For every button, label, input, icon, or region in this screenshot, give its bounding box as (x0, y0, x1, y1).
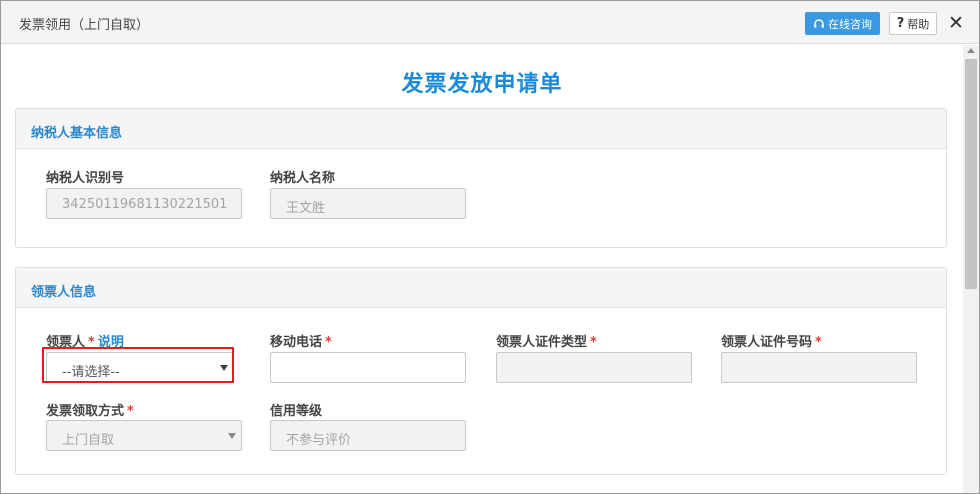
credit-level-label: 信用等级 (270, 404, 323, 419)
title-bar: 发票领用（上门自取） 在线咨询 ? 帮助 ✕ (1, 1, 979, 44)
cert-number-label: 领票人证件号码 * (721, 331, 822, 350)
close-icon[interactable]: ✕ (945, 11, 967, 35)
recipient-info-heading: 领票人信息 (16, 268, 946, 308)
taxpayer-name-input[interactable]: 王文胜 (270, 188, 466, 219)
cert-type-label: 领票人证件类型 * (496, 331, 597, 350)
mobile-phone-label: 移动电话 * (270, 331, 332, 350)
taxpayer-info-heading: 纳税人基本信息 (16, 109, 946, 149)
pickup-method-label: 发票领取方式 * (46, 400, 134, 419)
recipient-info-section: 领票人信息 领票人 * 说明 --请选择-- 移动电话 * 领票人证件类型 * … (15, 267, 947, 475)
cert-number-label-text: 领票人证件号码 (721, 335, 813, 350)
question-mark-icon: ? (896, 16, 905, 31)
required-mark: * (127, 404, 134, 419)
dialog-window: 发票领用（上门自取） 在线咨询 ? 帮助 ✕ 发票发放申请单 纳税人基本信息 纳… (0, 0, 980, 494)
pickup-method-label-text: 发票领取方式 (46, 404, 125, 419)
required-mark: * (590, 335, 597, 350)
required-mark: * (815, 335, 822, 350)
online-consult-button[interactable]: 在线咨询 (805, 12, 880, 35)
cert-type-label-text: 领票人证件类型 (496, 335, 588, 350)
dialog-content: 发票发放申请单 纳税人基本信息 纳税人识别号 34250119681130221… (1, 45, 963, 493)
mobile-phone-label-text: 移动电话 (270, 335, 323, 350)
dropdown-arrow-icon (228, 433, 236, 439)
taxpayer-id-label: 纳税人识别号 (46, 171, 125, 186)
cert-type-input[interactable] (496, 352, 692, 383)
help-button[interactable]: ? 帮助 (889, 12, 937, 35)
taxpayer-id-input[interactable]: 34250119681130221501 (46, 188, 242, 219)
scroll-up-arrow-icon[interactable] (967, 48, 975, 53)
window-title: 发票领用（上门自取） (19, 18, 150, 33)
mobile-phone-input[interactable] (270, 352, 466, 383)
taxpayer-info-section: 纳税人基本信息 纳税人识别号 34250119681130221501 纳税人名… (15, 108, 947, 248)
credit-level-input[interactable]: 不参与评价 (270, 420, 466, 451)
scroll-thumb[interactable] (965, 59, 977, 289)
highlight-box (42, 347, 234, 383)
required-mark: * (325, 335, 332, 350)
help-label: 帮助 (907, 17, 930, 31)
pickup-method-select[interactable]: 上门自取 (46, 420, 242, 451)
taxpayer-name-label: 纳税人名称 (270, 171, 336, 186)
form-title: 发票发放申请单 (401, 72, 563, 97)
online-consult-label: 在线咨询 (828, 17, 872, 31)
vertical-scrollbar[interactable] (963, 45, 979, 493)
cert-number-input[interactable] (721, 352, 917, 383)
headset-icon (814, 18, 824, 28)
pickup-method-value: 上门自取 (62, 433, 115, 448)
